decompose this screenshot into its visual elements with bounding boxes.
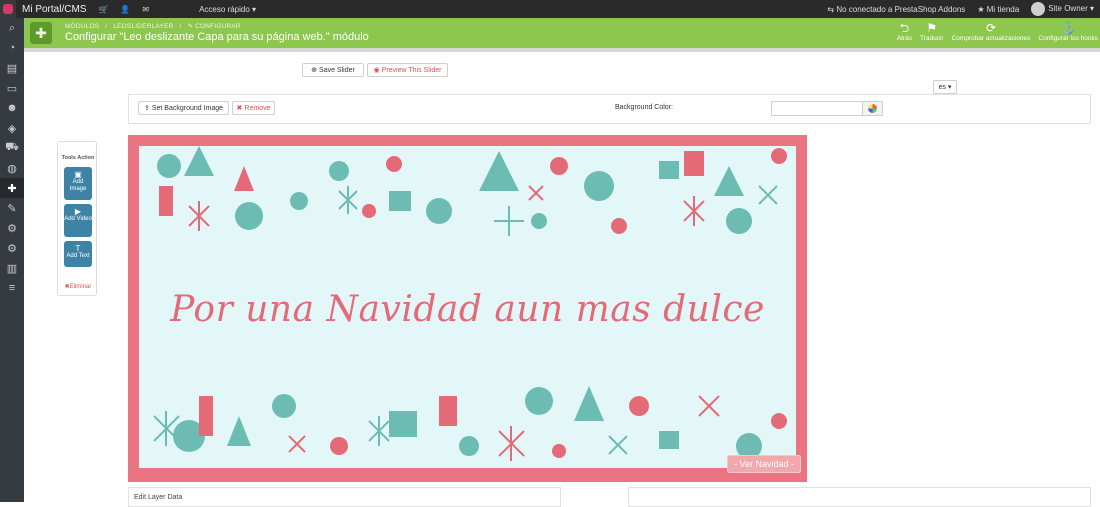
tools-action-title: Tools Action — [61, 155, 95, 161]
translate-label: Traducir — [920, 35, 944, 42]
prestashop-logo[interactable] — [0, 0, 16, 18]
stats-icon[interactable]: ▥ — [0, 258, 24, 278]
top-bar: Mi Portal/CMS 🛒 👤 ✉ Acceso rápido ▾ ⇆ No… — [0, 0, 1100, 18]
my-store-link[interactable]: ★ Mi tienda — [977, 5, 1019, 14]
upload-icon: ⇪ — [143, 105, 150, 112]
set-background-image-label: Set Background Image — [151, 104, 224, 112]
background-color-input[interactable] — [771, 101, 863, 116]
top-right-menu: ⇆ No conectado a PrestaShop Addons ★ Mi … — [827, 0, 1094, 18]
text-icon: T — [75, 244, 81, 253]
link-icon: ⇆ — [827, 4, 837, 14]
tools-action-panel: Tools Action ▣ Add Image ▶ Add Video T A… — [57, 141, 97, 296]
mail-icon[interactable]: ✉ — [142, 5, 149, 14]
preview-slider-button[interactable]: ◉ Preview This Slider — [367, 63, 448, 77]
addons-status-label: No conectado a PrestaShop Addons — [836, 4, 966, 14]
breadcrumb-separator: / — [105, 23, 108, 30]
localization-icon[interactable]: ◍ — [0, 158, 24, 178]
layers-panel — [628, 487, 1091, 507]
preview-slider-label: Preview This Slider — [381, 66, 442, 74]
slide-background-image: Por una Navidad aun mas dulce — [139, 146, 796, 468]
add-text-button[interactable]: T Add Text — [64, 241, 92, 267]
edit-layer-panel: Edit Layer Data — [128, 487, 561, 507]
video-icon: ▶ — [74, 207, 82, 216]
catalog-icon[interactable]: ▤ — [0, 58, 24, 78]
breadcrumb-separator: / — [179, 23, 182, 30]
back-button[interactable]: ⮌ Atrás — [897, 21, 912, 42]
breadcrumb-modules[interactable]: MÓDULOS — [65, 23, 99, 30]
check-updates-label: Comprobar actualizaciones — [951, 35, 1031, 42]
delete-layer-label: Eliminar — [69, 284, 92, 290]
refresh-icon: ⟳ — [985, 21, 997, 35]
admin-icon[interactable]: ⚙ — [0, 238, 24, 258]
save-slider-button[interactable]: ⊕ Save Slider — [302, 63, 364, 77]
header-shadow — [24, 48, 1100, 52]
add-video-button[interactable]: ▶ Add Video — [64, 204, 92, 237]
avatar — [1031, 2, 1046, 16]
add-video-label: Add Video — [64, 216, 92, 222]
color-wheel-icon — [868, 104, 877, 113]
ver-navidad-button-layer[interactable]: - Ver Navidad - — [727, 455, 801, 473]
addons-status[interactable]: ⇆ No conectado a PrestaShop Addons — [827, 5, 965, 14]
delete-layer-button[interactable]: ✖Eliminar — [61, 283, 95, 290]
back-icon: ⮌ — [899, 21, 910, 35]
configure-hooks-button[interactable]: ⚓ Configurar los hooks — [1038, 21, 1098, 42]
page-header: ✚ MÓDULOS / LEOSLIDERLAYER / ✎ CONFIGURA… — [24, 18, 1100, 48]
set-background-image-button[interactable]: ⇪ Set Background Image — [138, 101, 229, 115]
breadcrumb: MÓDULOS / LEOSLIDERLAYER / ✎ CONFIGURAR — [65, 22, 245, 30]
puzzle-icon: ✚ — [30, 22, 52, 44]
user-icon[interactable]: 👤 — [120, 5, 130, 14]
shipping-icon[interactable]: ⛟ — [0, 138, 24, 158]
edit-layer-title: Edit Layer Data — [134, 494, 183, 501]
translate-button[interactable]: ⚑ Traducir — [920, 21, 944, 42]
flag-icon: ⚑ — [926, 21, 938, 35]
image-icon: ▣ — [74, 170, 82, 179]
user-menu[interactable]: Site Owner ▾ — [1031, 2, 1094, 16]
user-name: Site Owner ▾ — [1048, 4, 1094, 14]
slide-headline-layer[interactable]: Por una Navidad aun mas dulce — [139, 289, 796, 330]
add-image-button[interactable]: ▣ Add Image — [64, 167, 92, 200]
price-rules-icon[interactable]: ◈ — [0, 118, 24, 138]
star-icon: ★ — [977, 4, 987, 14]
page-title: Configurar "Leo deslizante Capa para su … — [65, 31, 369, 43]
preferences-icon[interactable]: ✎ — [0, 198, 24, 218]
remove-background-button[interactable]: ✖ Remove — [232, 101, 275, 115]
remove-background-label: Remove — [244, 104, 271, 112]
modules-icon[interactable]: ✚ — [0, 178, 24, 198]
shop-name[interactable]: Mi Portal/CMS — [22, 4, 86, 15]
cart-icon[interactable]: 🛒 — [98, 5, 108, 14]
quick-access-menu[interactable]: Acceso rápido ▾ — [199, 5, 256, 14]
close-icon: ✖ — [236, 105, 243, 112]
advanced-params-icon[interactable]: ⚙ — [0, 218, 24, 238]
color-picker-button[interactable] — [862, 101, 883, 116]
dashboard-icon[interactable]: ◔ — [0, 38, 24, 58]
customers-icon[interactable]: ☻ — [0, 98, 24, 118]
breadcrumb-configure: ✎ CONFIGURAR — [187, 23, 241, 30]
my-store-label: Mi tienda — [986, 4, 1020, 14]
add-image-label: Add Image — [69, 179, 87, 192]
save-slider-label: Save Slider — [319, 66, 355, 74]
eye-icon: ◉ — [373, 67, 380, 74]
check-updates-button[interactable]: ⟳ Comprobar actualizaciones — [952, 21, 1031, 42]
background-color-label: Background Color: — [615, 104, 673, 111]
add-text-label: Add Text — [66, 253, 90, 259]
orders-icon[interactable]: ▭ — [0, 78, 24, 98]
logo-icon — [3, 4, 13, 14]
save-icon: ⊕ — [311, 67, 318, 74]
language-select[interactable]: es ▾ — [933, 80, 957, 94]
configure-hooks-label: Configurar los hooks — [1038, 35, 1098, 42]
sidebar-nav: ⌕ ◔ ▤ ▭ ☻ ◈ ⛟ ◍ ✚ ✎ ⚙ ⚙ ▥ ≡ — [0, 18, 24, 502]
slide-preview: Por una Navidad aun mas dulce — [128, 135, 807, 482]
search-icon[interactable]: ⌕ — [0, 18, 24, 38]
anchor-icon: ⚓ — [1060, 21, 1076, 35]
back-label: Atrás — [896, 35, 912, 42]
breadcrumb-module-name[interactable]: LEOSLIDERLAYER — [113, 23, 173, 30]
collapse-menu-icon[interactable]: ≡ — [0, 278, 24, 298]
header-toolbar: ⮌ Atrás ⚑ Traducir ⟳ Comprobar actualiza… — [897, 21, 1098, 42]
